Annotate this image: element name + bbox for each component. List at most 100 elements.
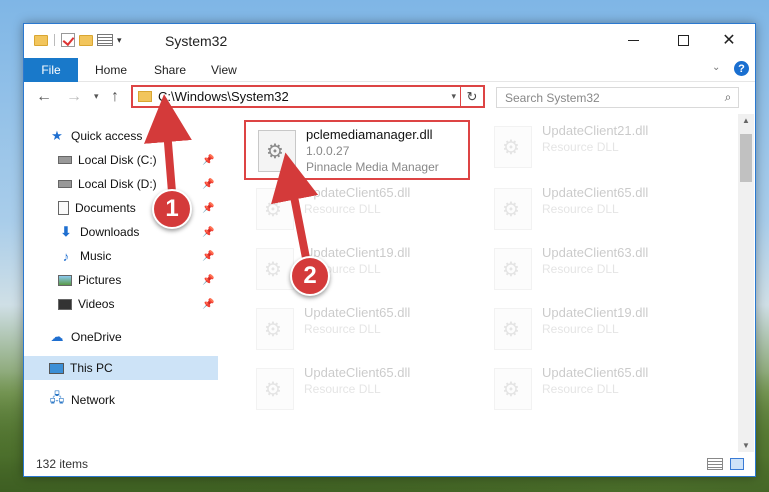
sidebar-item-local-disk-d[interactable]: Local Disk (D:) 📌: [24, 172, 218, 196]
vertical-scrollbar[interactable]: ▲ ▼: [738, 114, 754, 452]
cloud-icon: ☁: [50, 329, 64, 344]
sidebar-item-label: Local Disk (D:): [78, 177, 157, 191]
pin-icon: 📌: [202, 274, 215, 286]
scroll-down-icon[interactable]: ▼: [738, 441, 754, 450]
title-bar: ▾ System32 ✕: [24, 24, 755, 58]
file-name: UpdateClient63.dll: [542, 245, 649, 260]
file-type: Resource DLL: [304, 382, 381, 396]
close-button[interactable]: ✕: [706, 24, 752, 56]
sidebar-item-downloads[interactable]: ⬇ Downloads 📌: [24, 220, 218, 244]
refresh-icon[interactable]: ↻: [461, 89, 483, 105]
minimize-button[interactable]: [610, 24, 656, 56]
sidebar-item-label: Music: [80, 249, 112, 263]
folder-icon: [138, 91, 152, 102]
file-type: Resource DLL: [542, 382, 619, 396]
file-type: Resource DLL: [542, 202, 619, 216]
ribbon-tabs: File Home Share View ⌄ ?: [24, 58, 755, 82]
sidebar-item-pictures[interactable]: Pictures 📌: [24, 268, 218, 292]
file-tile[interactable]: UpdateClient65.dll Resource DLL: [244, 180, 474, 236]
tab-view[interactable]: View: [211, 63, 237, 77]
file-explorer-window: ▾ System32 ✕ File Home Share View ⌄ ? ← …: [23, 23, 756, 477]
sidebar-item-onedrive[interactable]: ☁ OneDrive: [24, 325, 218, 349]
properties-check-icon[interactable]: [61, 33, 75, 47]
up-arrow-icon[interactable]: ↑: [111, 88, 119, 106]
download-icon: ⬇: [60, 224, 72, 239]
sidebar-item-label: Pictures: [78, 273, 122, 287]
dll-file-icon: [256, 248, 294, 290]
drive-icon: [58, 180, 72, 188]
details-view-icon[interactable]: [707, 458, 723, 470]
tab-home[interactable]: Home: [95, 63, 127, 77]
large-icons-view-icon[interactable]: [730, 458, 744, 470]
sidebar-item-this-pc[interactable]: This PC: [24, 356, 218, 380]
quick-access-toolbar: ▾: [34, 33, 122, 47]
dll-file-icon: [256, 188, 294, 230]
sidebar-item-music[interactable]: ♪ Music 📌: [24, 244, 218, 268]
maximize-icon: [677, 34, 689, 46]
tab-share[interactable]: Share: [154, 63, 186, 77]
file-type: Resource DLL: [542, 322, 619, 336]
sidebar-item-quick-access[interactable]: ★ Quick access: [24, 124, 218, 148]
dll-file-icon: [494, 126, 532, 168]
tab-file[interactable]: File: [24, 58, 78, 82]
file-tile[interactable]: UpdateClient65.dll Resource DLL: [482, 360, 712, 416]
address-dropdown-icon[interactable]: ▾: [451, 91, 456, 102]
search-input[interactable]: Search System32: [505, 91, 718, 105]
file-tile[interactable]: UpdateClient21.dll Resource DLL: [482, 118, 712, 174]
highlighted-file-tile[interactable]: pclemediamanager.dll 1.0.0.27 Pinnacle M…: [244, 120, 470, 180]
file-tile[interactable]: UpdateClient19.dll Resource DLL: [244, 240, 474, 296]
file-name: pclemediamanager.dll: [306, 127, 433, 142]
minimize-icon: [627, 39, 639, 41]
maximize-button[interactable]: [660, 24, 706, 56]
pin-icon: 📌: [202, 226, 215, 238]
file-tile[interactable]: UpdateClient65.dll Resource DLL: [244, 360, 474, 416]
sidebar-item-label: Local Disk (C:): [78, 153, 157, 167]
file-tile[interactable]: UpdateClient65.dll Resource DLL: [244, 300, 474, 356]
sidebar-item-label: Videos: [78, 297, 115, 311]
address-bar[interactable]: C:\Windows\System32 ▾ ↻: [131, 85, 485, 108]
file-tile[interactable]: UpdateClient19.dll Resource DLL: [482, 300, 712, 356]
customize-toolbar-icon[interactable]: [97, 34, 113, 46]
sidebar-item-videos[interactable]: Videos 📌: [24, 292, 218, 316]
sidebar-item-label: Quick access: [71, 129, 143, 143]
dll-file-icon: [494, 248, 532, 290]
pin-icon: 📌: [202, 202, 215, 214]
folder-icon: [34, 34, 48, 46]
search-icon[interactable]: ⌕: [718, 90, 738, 105]
sidebar-item-local-disk-c[interactable]: Local Disk (C:) 📌: [24, 148, 218, 172]
file-tile[interactable]: UpdateClient65.dll Resource DLL: [482, 180, 712, 236]
sidebar-item-label: Downloads: [80, 225, 140, 239]
new-folder-icon[interactable]: [79, 34, 93, 46]
scroll-up-icon[interactable]: ▲: [738, 116, 754, 125]
sidebar-item-label: Documents: [75, 201, 136, 215]
sidebar-item-label: Network: [71, 393, 116, 407]
toolbar-divider: [54, 34, 55, 46]
chevron-down-icon[interactable]: ▾: [117, 35, 122, 46]
back-arrow-icon[interactable]: ←: [36, 88, 52, 106]
file-version: 1.0.0.27: [306, 144, 350, 158]
computer-icon: [49, 362, 64, 374]
search-box[interactable]: Search System32 ⌕: [496, 87, 739, 108]
pin-icon: 📌: [202, 250, 215, 262]
file-name: UpdateClient65.dll: [304, 185, 411, 200]
pin-icon: 📌: [202, 178, 215, 190]
close-icon: ✕: [722, 32, 736, 49]
sidebar-item-network[interactable]: 🖧 Network: [24, 388, 218, 412]
forward-arrow-icon[interactable]: →: [66, 88, 82, 106]
recent-locations-icon[interactable]: ▾: [94, 91, 99, 102]
file-name: UpdateClient21.dll: [542, 123, 649, 138]
file-name: UpdateClient65.dll: [542, 185, 649, 200]
drive-icon: [58, 156, 72, 164]
help-icon[interactable]: ?: [734, 61, 749, 76]
scroll-thumb[interactable]: [740, 134, 752, 182]
file-tile[interactable]: UpdateClient63.dll Resource DLL: [482, 240, 712, 296]
address-path[interactable]: C:\Windows\System32: [158, 89, 451, 104]
navigation-bar: ← → ▾ ↑ C:\Windows\System32 ▾ ↻ Search S…: [24, 82, 755, 114]
dll-file-icon: [258, 130, 296, 172]
expand-ribbon-icon[interactable]: ⌄: [712, 62, 720, 73]
dll-file-icon: [256, 308, 294, 350]
network-icon: 🖧: [49, 390, 65, 405]
item-count: 132 items: [36, 457, 89, 471]
dll-file-icon: [494, 188, 532, 230]
file-type: Resource DLL: [542, 140, 619, 154]
